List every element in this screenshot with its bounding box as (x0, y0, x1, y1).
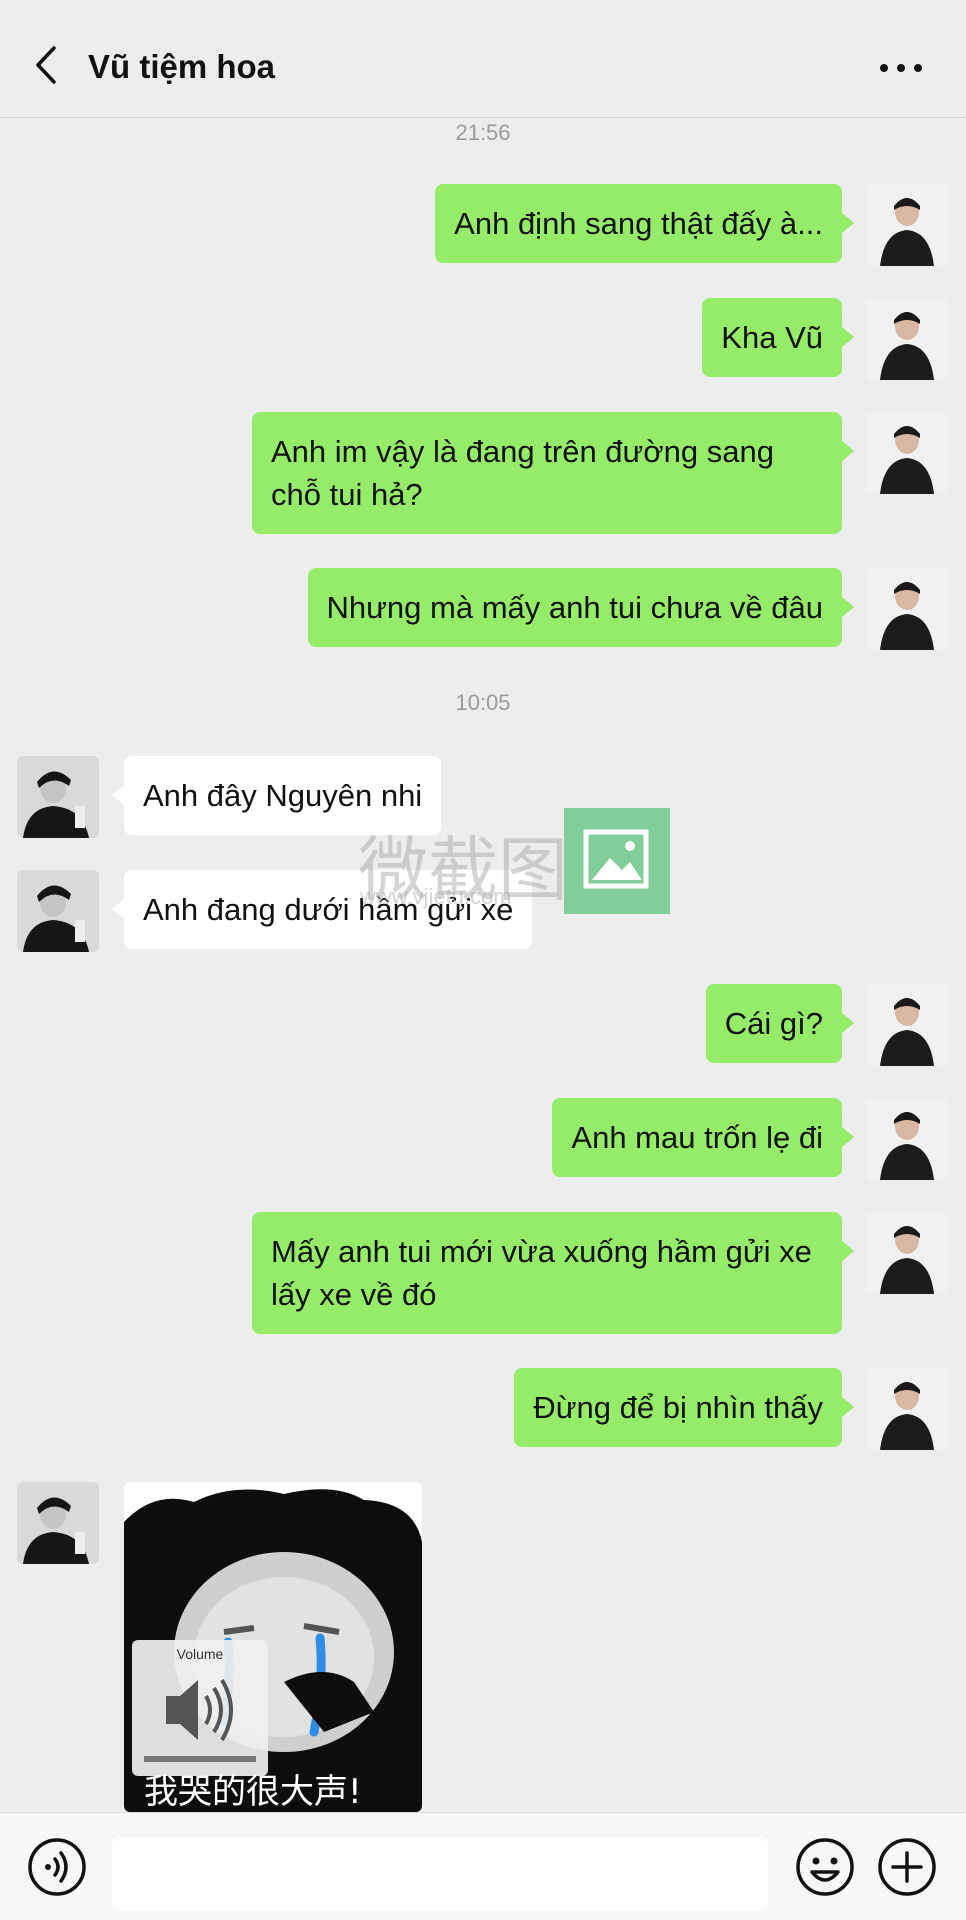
outgoing-message[interactable]: Cái gì? (705, 984, 855, 1063)
message-input[interactable] (112, 1837, 768, 1911)
chat-header: Vũ tiệm hoa (0, 0, 966, 118)
chat-title: Vũ tiệm hoa (88, 48, 276, 85)
my-avatar[interactable] (866, 298, 948, 380)
outgoing-message[interactable]: Anh mau trốn lẹ đi (552, 1098, 854, 1177)
my-avatar[interactable] (866, 412, 948, 494)
chevron-left-icon (36, 46, 56, 84)
incoming-message[interactable]: Anh đang dưới hầm gửi xe (111, 870, 533, 949)
my-avatar[interactable] (866, 568, 948, 650)
sticker-message[interactable]: Volume 我哭的很大声! (124, 1482, 422, 1812)
my-avatar[interactable] (866, 1212, 948, 1294)
my-avatar[interactable] (866, 1368, 948, 1450)
my-avatar[interactable] (866, 184, 948, 266)
outgoing-message[interactable]: Anh định sang thật đấy à... (435, 184, 854, 263)
outgoing-message[interactable]: Anh im vậy là đang trên đường sang chỗ t… (252, 412, 854, 534)
outgoing-message[interactable]: Đừng để bị nhìn thấy (514, 1368, 854, 1447)
watermark-image-icon (564, 808, 670, 914)
plus-icon (878, 1838, 936, 1896)
emoji-button[interactable] (794, 1836, 856, 1898)
my-avatar[interactable] (866, 984, 948, 1066)
input-bar (0, 1812, 966, 1920)
incoming-message[interactable]: Anh đây Nguyên nhi (111, 756, 442, 835)
back-button[interactable] (28, 40, 68, 90)
emoji-icon (796, 1838, 854, 1896)
speaker-icon (144, 1678, 256, 1762)
more-button[interactable] (876, 48, 926, 88)
timestamp: 21:56 (455, 120, 511, 145)
more-dots-icon (880, 64, 922, 72)
contact-avatar[interactable] (17, 756, 99, 838)
timestamp: 10:05 (455, 690, 511, 715)
contact-avatar[interactable] (17, 1482, 99, 1564)
sticker-caption: 我哭的很大声! (144, 1772, 362, 1812)
outgoing-message[interactable]: Nhưng mà mấy anh tui chưa về đâu (307, 568, 855, 647)
more-actions-button[interactable] (876, 1836, 938, 1898)
voice-button[interactable] (26, 1836, 88, 1898)
voice-icon (28, 1838, 86, 1896)
outgoing-message[interactable]: Kha Vũ (702, 298, 854, 377)
outgoing-message[interactable]: Mấy anh tui mới vừa xuống hầm gửi xe lấy… (252, 1212, 854, 1334)
volume-overlay: Volume (132, 1640, 268, 1776)
message-list[interactable]: 21:56 Anh định sang thật đấy à... Kha Vũ… (0, 118, 966, 1812)
contact-avatar[interactable] (17, 870, 99, 952)
my-avatar[interactable] (866, 1098, 948, 1180)
